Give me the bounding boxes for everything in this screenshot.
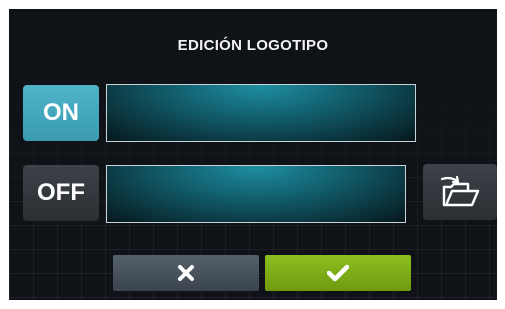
- confirm-button[interactable]: [265, 255, 411, 291]
- page-title: EDICIÓN LOGOTIPO: [177, 37, 329, 54]
- on-button[interactable]: ON: [23, 85, 99, 141]
- off-button-label: OFF: [37, 179, 85, 206]
- on-button-label: ON: [43, 99, 79, 126]
- close-icon: [177, 264, 195, 282]
- logo-off-field[interactable]: [106, 165, 406, 223]
- logo-edit-screen: EDICIÓN LOGOTIPO ON OFF: [9, 9, 497, 300]
- open-folder-button[interactable]: [423, 164, 497, 220]
- check-icon: [327, 264, 349, 282]
- off-button[interactable]: OFF: [23, 165, 99, 221]
- logo-on-field[interactable]: [106, 84, 416, 142]
- cancel-button[interactable]: [113, 255, 259, 291]
- open-folder-icon: [438, 175, 482, 209]
